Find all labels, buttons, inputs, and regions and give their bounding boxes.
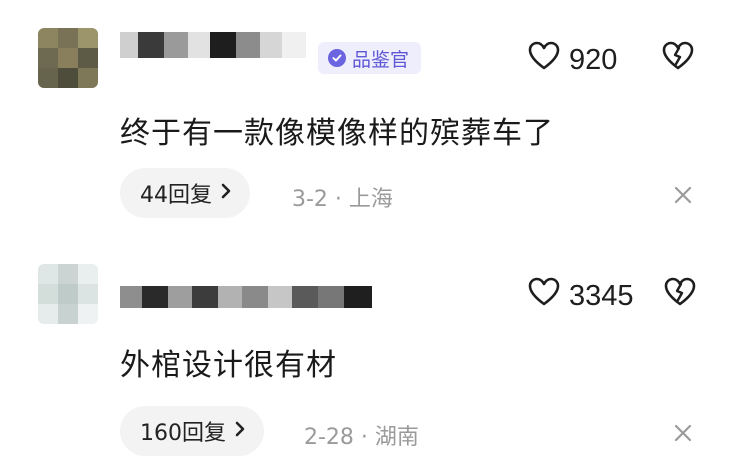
replies-button[interactable]: 160回复 [120,406,264,456]
badge-text: 品鉴官 [352,48,410,71]
like-count: 920 [569,43,618,76]
badge-label: 品鉴官 [318,42,422,74]
broken-heart-icon [660,41,696,76]
replies-button[interactable]: 44回复 [120,168,250,218]
chevron-right-icon [234,419,246,444]
reply-count-label: 160回复 [140,421,226,446]
verified-badge-icon [328,49,346,67]
dislike-button[interactable] [660,40,696,76]
heart-outline-icon [527,276,561,316]
close-icon [672,186,694,210]
like-button[interactable]: 920 [527,40,617,80]
close-button[interactable] [672,422,694,448]
like-count: 3345 [569,279,634,312]
comment-item: 品鉴官 920 终于有一款像模像样的殡葬车了 44回复 3-2 · 上海 [0,0,738,240]
close-button[interactable] [672,184,694,210]
heart-outline-icon [527,40,561,80]
username-blurred[interactable] [120,286,372,308]
comment-text: 终于有一款像模像样的殡葬车了 [120,116,554,151]
comment-meta: 3-2 · 上海 [292,187,393,212]
comment-text: 外棺设计很有材 [120,348,337,383]
reply-count-label: 44回复 [140,183,212,208]
chevron-right-icon [220,181,232,206]
dislike-button[interactable] [662,276,698,312]
broken-heart-icon [662,277,698,312]
comment-meta: 2-28 · 湖南 [304,425,419,450]
like-button[interactable]: 3345 [527,276,634,316]
username-blurred[interactable] [120,32,306,58]
avatar[interactable] [38,28,98,88]
avatar[interactable] [38,264,98,324]
close-icon [672,424,694,448]
